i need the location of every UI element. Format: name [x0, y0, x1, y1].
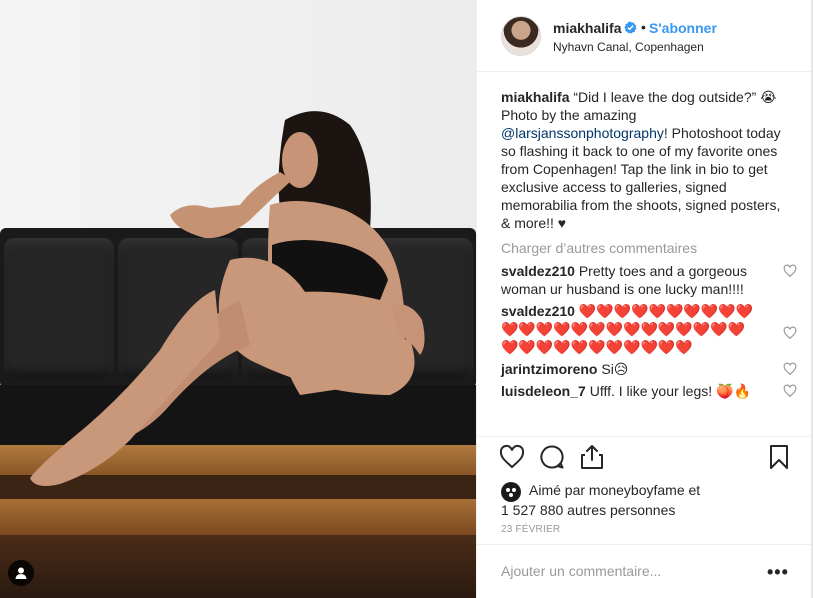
comments-section: miakhalifa “Did I leave the dog outside?… [501, 88, 797, 400]
header-separator: • [641, 19, 646, 35]
post-photo[interactable] [0, 0, 476, 598]
caption-username[interactable]: miakhalifa [501, 89, 569, 105]
more-options-icon[interactable]: ••• [767, 562, 789, 583]
comment-icon[interactable] [539, 444, 565, 470]
avatar[interactable] [501, 16, 541, 56]
likes-text[interactable]: Aimé par moneyboyfame et 1 527 880 autre… [501, 480, 700, 520]
comment: svaldez210 ❤️❤️❤️❤️❤️❤️❤️❤️❤️❤️❤️❤️❤️❤️❤… [501, 302, 797, 356]
add-comment-input[interactable] [501, 563, 741, 579]
comment-text: Ufff. I like your legs! 🍑🔥 [589, 383, 751, 399]
follow-button[interactable]: S'abonner [649, 20, 717, 36]
likes-line-2: 1 527 880 autres personnes [501, 502, 676, 518]
bookmark-icon[interactable] [766, 444, 792, 470]
post-header: miakhalifa • S'abonner Nyhavn Canal, Cop… [477, 0, 812, 72]
verified-badge-icon [624, 21, 637, 34]
comment-like-heart-icon[interactable] [783, 384, 797, 398]
caption-mention[interactable]: @larsjanssonphotography [501, 125, 664, 141]
comment-username[interactable]: luisdeleon_7 [501, 383, 586, 399]
post-side-panel: miakhalifa • S'abonner Nyhavn Canal, Cop… [476, 0, 812, 598]
comment: jarintzimoreno Si😥 [501, 360, 797, 378]
comment-username[interactable]: jarintzimoreno [501, 361, 597, 377]
actions-divider [477, 436, 812, 437]
user-tag-icon[interactable] [8, 560, 34, 586]
load-more-comments-button[interactable]: Charger d’autres commentaires [501, 238, 791, 258]
heart-icon[interactable] [499, 444, 525, 470]
likes-line-1: Aimé par moneyboyfame et [529, 482, 701, 498]
post-caption: miakhalifa “Did I leave the dog outside?… [501, 88, 791, 232]
post-location[interactable]: Nyhavn Canal, Copenhagen [553, 40, 704, 54]
post-date[interactable]: 23 FÉVRIER [501, 524, 560, 535]
comment-like-heart-icon[interactable] [783, 264, 797, 278]
post-username[interactable]: miakhalifa [553, 20, 621, 36]
comment-like-heart-icon[interactable] [783, 326, 797, 340]
photo-figure [30, 111, 425, 486]
comment-like-heart-icon[interactable] [783, 362, 797, 376]
share-icon[interactable] [579, 444, 605, 470]
comment: luisdeleon_7 Ufff. I like your legs! 🍑🔥 [501, 382, 797, 400]
add-comment-divider [477, 544, 812, 545]
comment-text: Si😥 [601, 361, 629, 377]
comment-username[interactable]: svaldez210 [501, 263, 575, 279]
comment: svaldez210 Pretty toes and a gorgeous wo… [501, 262, 797, 298]
comment-username[interactable]: svaldez210 [501, 303, 575, 319]
